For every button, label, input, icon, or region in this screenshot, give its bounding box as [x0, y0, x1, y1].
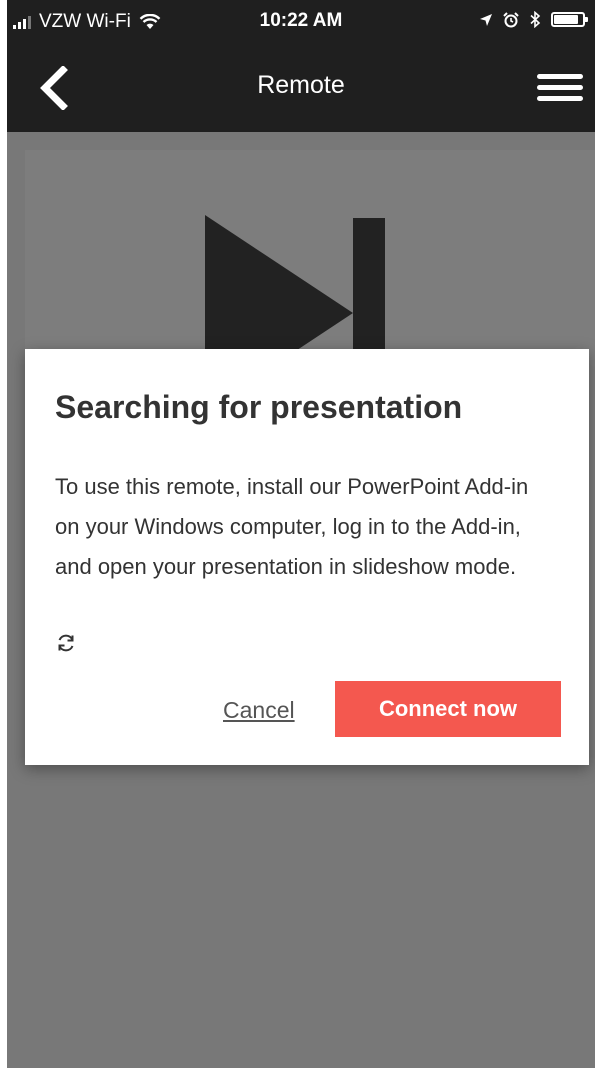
bluetooth-icon [530, 11, 541, 28]
battery-icon [551, 12, 588, 27]
status-bar: VZW Wi-Fi 10:22 AM [7, 0, 595, 44]
nav-bar: Remote [7, 44, 595, 132]
connect-now-button[interactable]: Connect now [335, 681, 561, 737]
alarm-icon [503, 11, 519, 27]
dialog-title: Searching for presentation [55, 389, 463, 425]
page-title: Remote [257, 71, 345, 99]
menu-button[interactable] [537, 74, 585, 104]
app-screen: VZW Wi-Fi 10:22 AM Remote Searching for … [7, 0, 595, 1068]
hamburger-menu-icon [537, 74, 585, 101]
cancel-button[interactable]: Cancel [223, 697, 295, 724]
dialog-message: To use this remote, install our PowerPoi… [55, 474, 529, 579]
location-icon [480, 13, 492, 26]
refresh-spinner-icon [58, 634, 74, 652]
searching-dialog: Searching for presentation To use this r… [25, 349, 589, 765]
status-right [479, 11, 588, 28]
